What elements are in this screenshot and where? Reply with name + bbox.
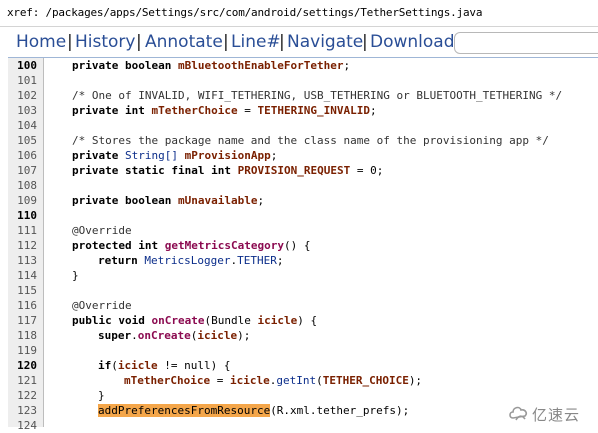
line-number[interactable]: 123	[8, 403, 37, 418]
line-number[interactable]: 115	[8, 283, 37, 298]
nav-navigate-link[interactable]: Navigate	[287, 32, 363, 52]
nav-separator: |	[279, 32, 285, 52]
code-text: private String[] mProvisionApp;	[72, 149, 278, 162]
line-number[interactable]: 104	[8, 118, 37, 133]
code-line: 111 @Override	[0, 223, 598, 238]
code-line: 109 private boolean mUnavailable;	[0, 193, 598, 208]
line-number[interactable]: 101	[8, 73, 37, 88]
code-line: 100 private boolean mBluetoothEnableForT…	[0, 58, 598, 73]
code-text: }	[98, 389, 105, 402]
highlighted-symbol: addPreferencesFromResource	[98, 404, 271, 417]
xref-bar: xref: /packages/apps/Settings/src/com/an…	[0, 0, 598, 27]
code-line: 104	[0, 118, 598, 133]
code-annotation: @Override	[72, 299, 132, 312]
line-number[interactable]: 112	[8, 238, 37, 253]
line-number[interactable]: 106	[8, 148, 37, 163]
code-line: 108	[0, 178, 598, 193]
line-number[interactable]: 108	[8, 178, 37, 193]
cloud-logo-icon	[509, 406, 528, 421]
file-path: xref: /packages/apps/Settings/src/com/an…	[7, 6, 483, 19]
code-text: if(icicle != null) {	[98, 359, 231, 372]
nav-home-link[interactable]: Home	[16, 32, 66, 52]
line-number[interactable]: 105	[8, 133, 37, 148]
nav-separator: |	[362, 32, 368, 52]
line-number[interactable]: 102	[8, 88, 37, 103]
code-line: 122 }	[0, 388, 598, 403]
code-line: 106 private String[] mProvisionApp;	[0, 148, 598, 163]
code-text: mTetherChoice = icicle.getInt(TETHER_CHO…	[124, 374, 423, 387]
code-line: 101	[0, 73, 598, 88]
code-text: private static final int PROVISION_REQUE…	[72, 164, 384, 177]
code-text: public void onCreate(Bundle icicle) {	[72, 314, 318, 327]
code-text: return MetricsLogger.TETHER;	[98, 254, 284, 267]
line-number[interactable]: 124	[8, 418, 37, 433]
code-line: 118 super.onCreate(icicle);	[0, 328, 598, 343]
nav-separator: |	[223, 32, 229, 52]
line-number[interactable]: 119	[8, 343, 37, 358]
line-number[interactable]: 122	[8, 388, 37, 403]
nav-history-link[interactable]: History	[75, 32, 135, 52]
code-text: private boolean mUnavailable;	[72, 194, 265, 207]
logo-text: 亿速云	[532, 406, 581, 424]
code-text: private int mTetherChoice = TETHERING_IN…	[72, 104, 377, 117]
nav-separator: |	[136, 32, 142, 52]
line-number[interactable]: 116	[8, 298, 37, 313]
line-number[interactable]: 109	[8, 193, 37, 208]
line-number[interactable]: 118	[8, 328, 37, 343]
code-line: 115	[0, 283, 598, 298]
nav-separator: |	[67, 32, 73, 52]
code-line: 116 @Override	[0, 298, 598, 313]
code-line: 112 protected int getMetricsCategory() {	[0, 238, 598, 253]
nav-annotate-link[interactable]: Annotate	[145, 32, 223, 52]
line-number[interactable]: 111	[8, 223, 37, 238]
line-number[interactable]: 121	[8, 373, 37, 388]
search-input[interactable]	[454, 32, 598, 54]
watermark-logo: 亿速云	[508, 402, 594, 424]
code-line: 102 /* One of INVALID, WIFI_TETHERING, U…	[0, 88, 598, 103]
line-number[interactable]: 113	[8, 253, 37, 268]
code-text: private boolean mBluetoothEnableForTethe…	[72, 59, 351, 72]
nav-bar: Home | History | Annotate | Line# | Navi…	[8, 27, 598, 58]
line-number[interactable]: 120	[8, 358, 37, 373]
line-number[interactable]: 110	[8, 208, 37, 223]
nav-download-link[interactable]: Download	[370, 32, 455, 52]
code-text: }	[72, 269, 79, 282]
line-number[interactable]: 117	[8, 313, 37, 328]
code-comment: /* Stores the package name and the class…	[72, 134, 549, 147]
code-line: 119	[0, 343, 598, 358]
code-line: 107 private static final int PROVISION_R…	[0, 163, 598, 178]
line-number[interactable]: 100	[8, 58, 37, 73]
line-number[interactable]: 107	[8, 163, 37, 178]
code-line: 113 return MetricsLogger.TETHER;	[0, 253, 598, 268]
code-line: 117 public void onCreate(Bundle icicle) …	[0, 313, 598, 328]
code-line: 103 private int mTetherChoice = TETHERIN…	[0, 103, 598, 118]
code-line: 120 if(icicle != null) {	[0, 358, 598, 373]
line-number[interactable]: 114	[8, 268, 37, 283]
code-text: super.onCreate(icicle);	[98, 329, 251, 342]
line-number[interactable]: 103	[8, 103, 37, 118]
code-text: protected int getMetricsCategory() {	[72, 239, 311, 252]
code-comment: /* One of INVALID, WIFI_TETHERING, USB_T…	[72, 89, 563, 102]
nav-line-numbers-link[interactable]: Line#	[231, 32, 281, 52]
code-line: 114 }	[0, 268, 598, 283]
code-line: 105 /* Stores the package name and the c…	[0, 133, 598, 148]
code-line: 121 mTetherChoice = icicle.getInt(TETHER…	[0, 373, 598, 388]
code-line: 110	[0, 208, 598, 223]
code-text: addPreferencesFromResource(R.xml.tether_…	[98, 404, 410, 417]
code-view: 100 private boolean mBluetoothEnableForT…	[0, 58, 598, 432]
code-annotation: @Override	[72, 224, 132, 237]
